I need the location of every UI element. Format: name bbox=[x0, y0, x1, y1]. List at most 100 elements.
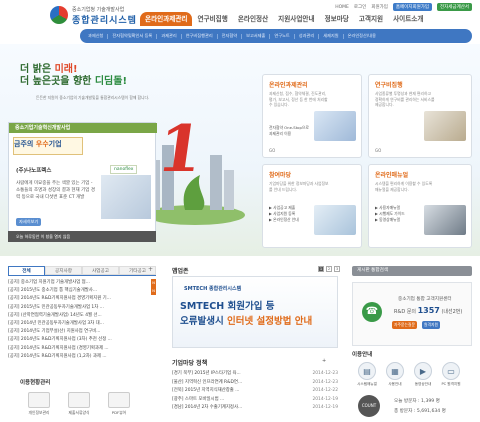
card-sub-3[interactable]: ▶ 온라인정산 안내 bbox=[269, 217, 299, 223]
nav-online-settlement[interactable]: 온라인정산 bbox=[233, 12, 273, 26]
subnav-item[interactable]: 온라인정산/내용 bbox=[348, 33, 376, 39]
list-item[interactable]: [경남] 2014년 2차 수출기계지정사... 2014-12-19 bbox=[172, 404, 338, 413]
list-item[interactable]: [울산] 지역혁신 인프라연계 R&D연... 2014-12-23 bbox=[172, 379, 338, 388]
list-item[interactable]: [공지] 2014년도 기업부설(산) 지원사업 연구비... bbox=[8, 328, 156, 336]
notice-tabs: 전체 공지사항 사업공고 기타공고 bbox=[8, 266, 156, 276]
personal-info-icon[interactable] bbox=[28, 392, 50, 408]
list-item[interactable]: [공지] 2014년도 R&D기획지원사업 (1,2차) 과제 ... bbox=[8, 353, 156, 361]
notice-text[interactable]: [공지] 2014년도 기업부설(산) 지원사업 연구비... bbox=[8, 328, 100, 336]
notice-text[interactable]: [공지] 2015년도 중소기업 통 핵심기술개발사... bbox=[8, 287, 97, 295]
list-item[interactable]: [공지] 중소기업 지원기업 기술개발사업 협... N bbox=[8, 279, 156, 288]
award-dismiss-bar[interactable]: 오늘 하루동안 이 창을 열지 않음 bbox=[8, 231, 156, 242]
pdf-viewer-icon[interactable] bbox=[108, 392, 130, 408]
notice-text[interactable]: [공지] (산학연협력기술개발사업) 14년도 4월 선... bbox=[8, 312, 102, 320]
policy-text[interactable]: [광주] 스마트 모바일시범 ... bbox=[172, 396, 224, 405]
card-title: 참여마당 bbox=[269, 172, 292, 179]
guide-label[interactable]: PC 원격지원 bbox=[436, 382, 466, 387]
notice-text[interactable]: [공지] 2014년도 R&D기획지원사업 경영기획지원 기... bbox=[8, 295, 111, 303]
card-go-link[interactable]: GO bbox=[375, 148, 381, 153]
logo-mark-icon[interactable] bbox=[50, 6, 68, 24]
board-search-input[interactable]: 게시판 통합검색 bbox=[352, 266, 472, 276]
nav-customer[interactable]: 고객지원 bbox=[354, 12, 388, 26]
list-item[interactable]: [공지] 2015년도 민관공동투자기술개발사업 1차 ... bbox=[8, 304, 156, 312]
nav-support-info[interactable]: 지원사업안내 bbox=[273, 12, 319, 26]
card-online-task[interactable]: 온라인과제관리 과제신청, 접수, 협약체결, 진도관리, 평가, 보고서, 정… bbox=[262, 74, 362, 158]
home-link[interactable]: HOME bbox=[335, 5, 349, 10]
document-form-icon[interactable] bbox=[68, 392, 90, 408]
quick-label[interactable]: 제출서류양식 bbox=[59, 410, 99, 416]
logo-title[interactable]: 종합관리시스템 bbox=[72, 13, 137, 26]
policy-text[interactable]: [울산] 지역혁신 인프라연계 R&D연... bbox=[172, 379, 242, 388]
policy-more-button[interactable]: + bbox=[322, 358, 326, 364]
subnav-item[interactable]: 과제관리 bbox=[161, 33, 176, 39]
notice-text[interactable]: [공지] 2014년 민관공동투자기술개발사업 3차 대... bbox=[8, 320, 104, 328]
call-number: 1357 bbox=[417, 306, 440, 315]
notice-text[interactable]: [공지] 2015년도 민관공동투자기술개발사업 1차 ... bbox=[8, 304, 104, 312]
guide-label[interactable]: 시스템매뉴얼 bbox=[352, 382, 382, 387]
subnav-item[interactable]: 연구비집행관리 bbox=[186, 33, 213, 39]
list-item[interactable]: [공지] 2014년도 R&D기획지원사업 경영기획지원 기... bbox=[8, 295, 156, 303]
subnav-item[interactable]: 전자협약및확인서 등록 bbox=[112, 33, 152, 39]
subnav-item[interactable]: 과제신청 bbox=[88, 33, 103, 39]
list-item[interactable]: [공지] 2014년도 R&D기획지원사업 (3차) 추천 선정 ... bbox=[8, 336, 156, 344]
nav-info[interactable]: 정보마당 bbox=[320, 12, 354, 26]
tab-business[interactable]: 사업공고 bbox=[82, 266, 119, 275]
hero-headline-2: 더 높은곳을 향한 디딤돌! bbox=[20, 72, 127, 87]
subnav-item[interactable]: 연구노트 bbox=[274, 33, 289, 39]
subnav-item[interactable]: 세제지원 bbox=[323, 33, 338, 39]
nav-research-fund[interactable]: 연구비집행 bbox=[192, 12, 232, 26]
join-link[interactable]: 회원가입 bbox=[371, 4, 388, 10]
list-item[interactable]: [전북] 2015년 지역지식재산창출 ... 2014-12-22 bbox=[172, 387, 338, 396]
notice-text[interactable]: [공지] 2014년도 R&D기획지원사업 (1,2차) 과제 ... bbox=[8, 353, 107, 361]
list-item[interactable]: [공지] 2014년 민관공동투자기술개발사업 3차 대... bbox=[8, 320, 156, 328]
notice-text[interactable]: [공지] 2014년도 R&D기획지원사업 (3차) 추천 선정 ... bbox=[8, 336, 112, 344]
list-item[interactable]: [공지] (산학연협력기술개발사업) 14년도 4월 선... bbox=[8, 312, 156, 320]
notice-text[interactable]: [공지] 2014년도 R&D기획지원사업 (경영기획과제 ... bbox=[8, 345, 109, 353]
card-participation[interactable]: 참여마당 기업마당을 위한 정보마당과 사업정보를 안내 드립니다. ▶ 사업공… bbox=[262, 164, 362, 248]
card-sub-3[interactable]: ▶ 동영상매뉴얼 bbox=[375, 217, 400, 223]
usage-guide-icon[interactable]: ▦ bbox=[386, 362, 404, 380]
nav-site-intro[interactable]: 사이트소개 bbox=[388, 12, 428, 26]
card-sub-2[interactable]: ▶ 사업지원 등록 bbox=[269, 211, 295, 217]
card-manual[interactable]: 온라인매뉴얼 시스템을 편리하게 이용할 수 있도록 매뉴얼을 제공합니다. ▶… bbox=[368, 164, 472, 248]
phone-icon: ☎ bbox=[362, 302, 382, 322]
login-link[interactable]: 로그인 bbox=[354, 4, 366, 10]
pc-remote-icon[interactable]: ▭ bbox=[442, 362, 460, 380]
list-item[interactable]: [공지] 2014년도 R&D기획지원사업 (경영기획과제 ... bbox=[8, 345, 156, 353]
e-tax-button[interactable]: 전자세금계산서 bbox=[437, 3, 472, 11]
faq-button[interactable]: 자주묻는질문 bbox=[392, 321, 417, 329]
remote-support-button[interactable]: 원격지원 bbox=[422, 321, 440, 329]
pager-dot[interactable]: 3 bbox=[334, 266, 340, 272]
tab-all[interactable]: 전체 bbox=[8, 266, 45, 275]
divider bbox=[293, 33, 295, 39]
card-research-fund[interactable]: 연구비집행 사업종류별 투명성과 현재 편리하고 정확하게 연구비를 관리하는 … bbox=[368, 74, 472, 158]
pager-dot[interactable]: 2 bbox=[326, 266, 332, 272]
policy-text[interactable]: [경기 북부] 2015년 IP스타기업 육... bbox=[172, 370, 241, 379]
policy-text[interactable]: [전북] 2015년 지역지식재산창출 ... bbox=[172, 387, 239, 396]
notice-more-button[interactable]: + bbox=[148, 266, 153, 273]
list-item[interactable]: [광주] 스마트 모바일시범 ... 2014-12-19 bbox=[172, 396, 338, 405]
notice-text[interactable]: [공지] 중소기업 지원기업 기술개발사업 협... bbox=[8, 279, 90, 287]
list-item[interactable]: [경기 북부] 2015년 IP스타기업 육... 2014-12-23 bbox=[172, 370, 338, 379]
member-signup-button[interactable]: 홈페이지회원가입 bbox=[392, 3, 433, 11]
card-go-link[interactable]: GO bbox=[269, 148, 275, 153]
nav-online-task[interactable]: 온라인과제관리 bbox=[140, 12, 193, 26]
quick-label[interactable]: PDF뷰어 bbox=[99, 410, 139, 416]
tab-notices[interactable]: 공지사항 bbox=[45, 266, 82, 275]
system-manual-icon[interactable]: ▤ bbox=[358, 362, 376, 380]
list-item[interactable]: [공지] 2015년도 중소기업 통 핵심기술개발사... N bbox=[8, 287, 156, 296]
video-guide-icon[interactable]: ▶ bbox=[414, 362, 432, 380]
subnav-item[interactable]: 전자협약 bbox=[222, 33, 237, 39]
policy-text[interactable]: [경남] 2014년 2차 수출기계지정사... bbox=[172, 404, 242, 413]
quick-label[interactable]: 개인정보관리 bbox=[19, 410, 59, 416]
pager-dot[interactable]: 1 bbox=[318, 266, 324, 272]
card-sub-1[interactable]: ▶ 사용자매뉴얼 bbox=[375, 205, 400, 211]
call-center-title: 중소기업 통합 고객지원센터 bbox=[398, 297, 452, 302]
award-more-button[interactable]: 자세히보기 bbox=[16, 218, 42, 226]
subnav-item[interactable]: 성과관리 bbox=[299, 33, 314, 39]
guide-label[interactable]: 동영상안내 bbox=[408, 382, 438, 387]
card-sub-2[interactable]: ▶ 시행제도 가이드 bbox=[375, 211, 405, 217]
guide-label[interactable]: 사용안내 bbox=[380, 382, 410, 387]
card-sub-1[interactable]: ▶ 사업공고 제출 bbox=[269, 205, 295, 211]
subnav-item[interactable]: 보고서제출 bbox=[246, 33, 265, 39]
